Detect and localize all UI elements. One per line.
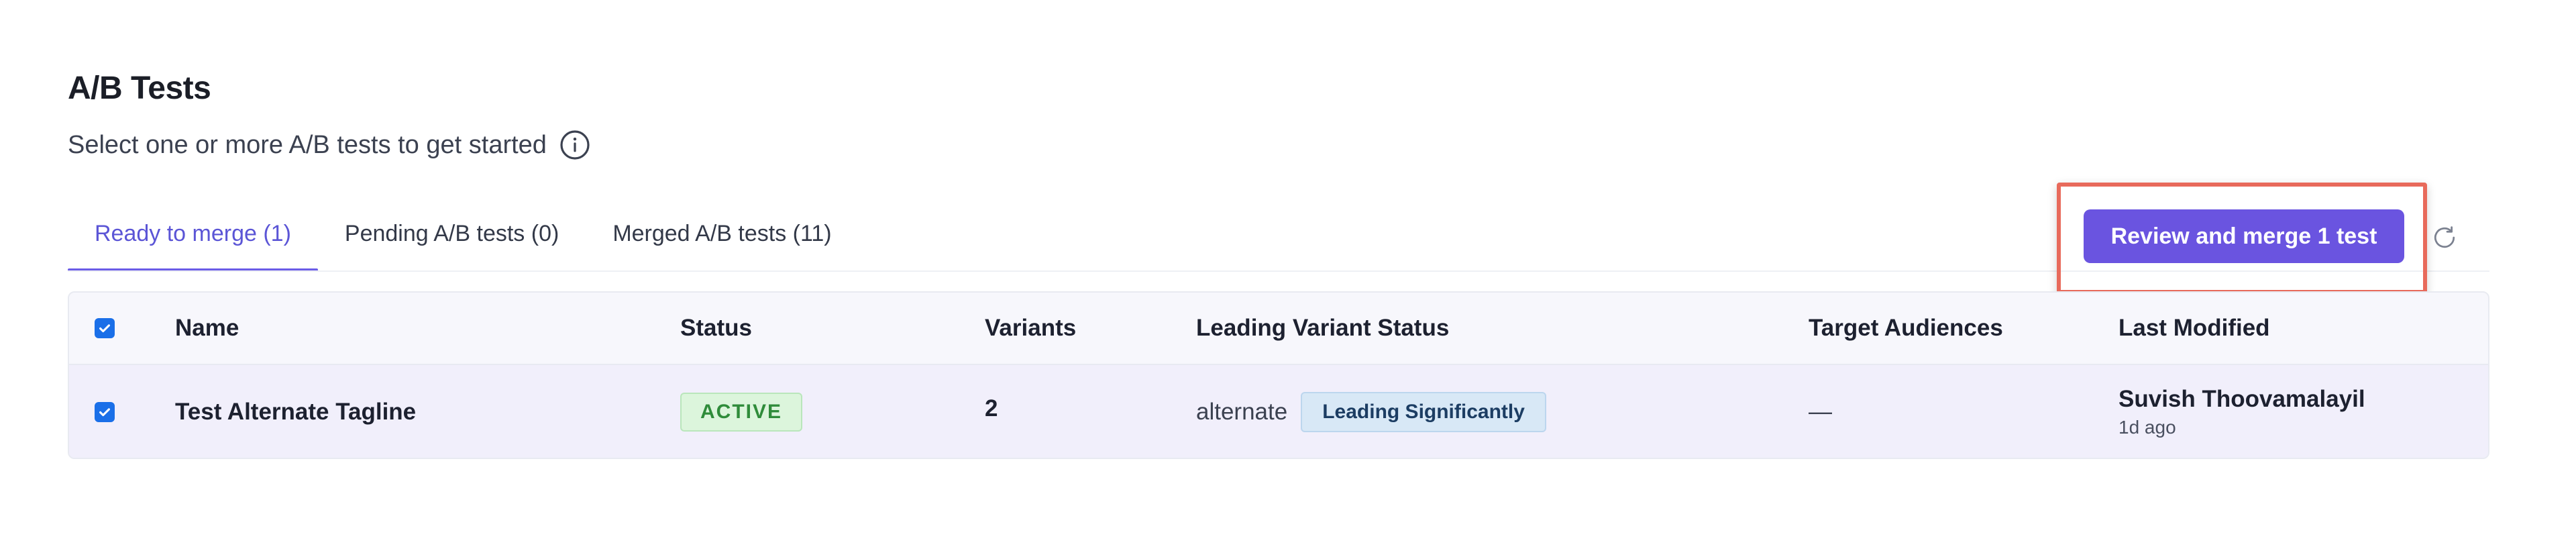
test-name[interactable]: Test Alternate Tagline (175, 365, 416, 458)
ab-tests-table: Name Status Variants Leading Variant Sta… (68, 291, 2489, 459)
leading-significance-badge: Leading Significantly (1301, 392, 1546, 432)
modified-time-ago: 1d ago (2118, 417, 2176, 438)
info-icon[interactable] (559, 129, 591, 161)
column-header-leading-variant-status[interactable]: Leading Variant Status (1196, 293, 1449, 364)
status-badge: ACTIVE (680, 393, 803, 432)
ab-tests-page: A/B Tests Select one or more A/B tests t… (0, 0, 2576, 549)
refresh-icon[interactable] (2430, 223, 2459, 252)
column-header-variants[interactable]: Variants (985, 293, 1076, 364)
status-cell: ACTIVE (680, 365, 803, 458)
target-audiences-value: — (1809, 399, 1832, 425)
tab-merged-ab-tests[interactable]: Merged A/B tests (11) (586, 216, 858, 271)
column-header-last-modified[interactable]: Last Modified (2118, 293, 2270, 364)
page-title: A/B Tests (68, 70, 211, 106)
tab-bar: Ready to merge (1) Pending A/B tests (0)… (68, 216, 859, 271)
select-all-checkbox[interactable] (95, 318, 115, 338)
column-header-target-audiences[interactable]: Target Audiences (1809, 293, 2003, 364)
leading-variant-name: alternate (1196, 399, 1288, 425)
tab-ready-to-merge[interactable]: Ready to merge (1) (68, 216, 318, 271)
variants-count: 2 (985, 395, 998, 421)
subtitle-text: Select one or more A/B tests to get star… (68, 130, 547, 159)
review-and-merge-button[interactable]: Review and merge 1 test (2084, 209, 2404, 263)
row-checkbox[interactable] (95, 402, 115, 422)
page-subtitle: Select one or more A/B tests to get star… (68, 129, 591, 161)
table-header: Name Status Variants Leading Variant Sta… (69, 293, 2488, 365)
last-modified-cell: Suvish Thoovamalayil 1d ago (2118, 365, 2365, 458)
modified-by-name: Suvish Thoovamalayil (2118, 386, 2365, 412)
leading-variant-cell: alternate Leading Significantly (1196, 365, 1546, 458)
select-all-cell (95, 293, 115, 364)
column-header-name[interactable]: Name (175, 293, 239, 364)
column-header-status[interactable]: Status (680, 293, 752, 364)
table-row[interactable]: Test Alternate Tagline ACTIVE 2 alternat… (69, 365, 2488, 458)
row-select-cell (95, 365, 115, 458)
tab-pending-ab-tests[interactable]: Pending A/B tests (0) (318, 216, 586, 271)
